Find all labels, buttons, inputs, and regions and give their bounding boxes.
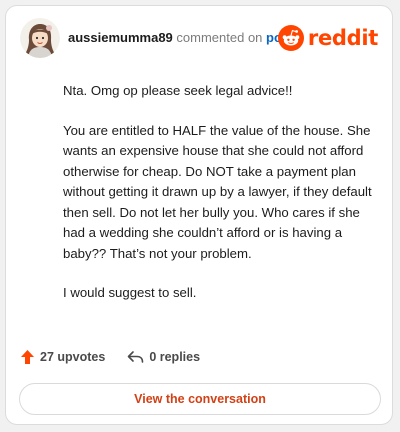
replies[interactable]: 0 replies [127, 350, 200, 364]
comment-card: aussiemumma89 commented on post reddit N… [5, 5, 393, 425]
author-line: aussiemumma89 commented on post [68, 30, 293, 45]
view-conversation-button[interactable]: View the conversation [19, 383, 381, 415]
comment-body: Nta. Omg op please seek legal advice!! Y… [63, 81, 381, 323]
reply-count: 0 replies [149, 350, 201, 364]
upvotes[interactable]: 27 upvotes [20, 349, 105, 365]
comment-paragraph: You are entitled to HALF the value of th… [63, 122, 372, 261]
avatar-illustration [20, 18, 60, 58]
commented-on-text: commented on [176, 30, 263, 45]
comment-footer: 27 upvotes 0 replies [20, 348, 200, 366]
upvote-count: 27 upvotes [40, 350, 106, 364]
upvote-arrow-icon [21, 350, 34, 364]
username[interactable]: aussiemumma89 [68, 30, 173, 45]
comment-header: aussiemumma89 commented on post reddit [20, 18, 380, 58]
reddit-wordmark: reddit [307, 26, 378, 50]
reply-arrow-icon [128, 351, 144, 363]
comment-paragraph: Nta. Omg op please seek legal advice!! [63, 83, 293, 98]
reddit-logo-icon [277, 25, 304, 51]
comment-paragraph: I would suggest to sell. [63, 285, 197, 300]
avatar[interactable] [20, 18, 60, 58]
reddit-brand[interactable]: reddit [277, 24, 378, 52]
